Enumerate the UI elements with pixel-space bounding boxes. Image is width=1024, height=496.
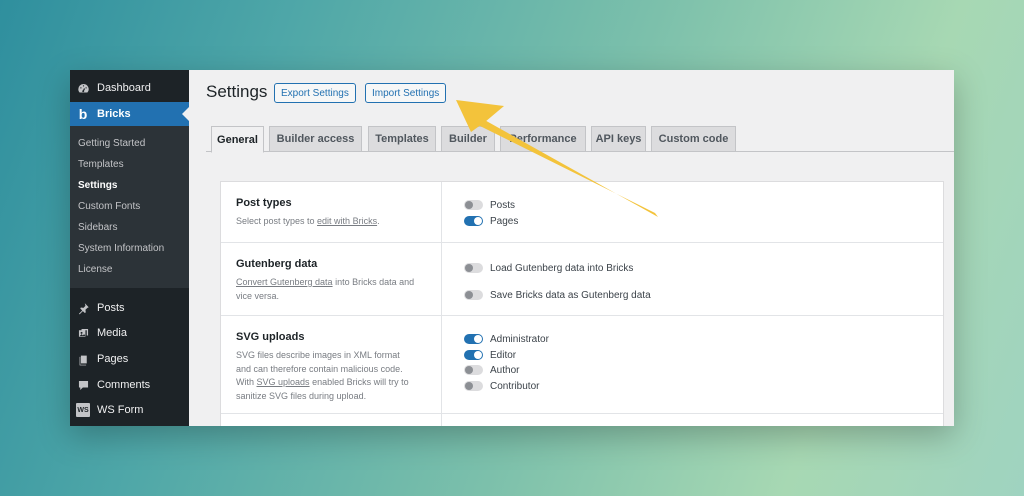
settings-row-post-types: Post types Select post types to edit wit… — [221, 182, 943, 243]
pin-icon — [76, 301, 90, 315]
import-settings-button[interactable]: Import Settings — [365, 83, 447, 103]
submenu-item-getting-started[interactable]: Getting Started — [78, 137, 145, 151]
section-title: SVG uploads — [236, 331, 305, 343]
option-administrator[interactable]: Administrator — [464, 333, 549, 345]
toggle-switch[interactable] — [464, 290, 483, 300]
toggle-switch[interactable] — [464, 381, 483, 391]
option-editor[interactable]: Editor — [464, 349, 516, 361]
option-posts[interactable]: Posts — [464, 199, 515, 211]
svg-uploads-link[interactable]: SVG uploads — [257, 377, 310, 387]
sidebar-item-label: Pages — [97, 353, 129, 365]
bricks-submenu: Getting Started Templates Settings Custo… — [70, 126, 189, 288]
browser-window: Dashboard b Bricks Getting Started Templ… — [70, 70, 954, 426]
tab-custom-code[interactable]: Custom code — [651, 126, 736, 152]
section-description: SVG files describe images in XML format a… — [236, 350, 409, 401]
sidebar-item-label: Comments — [97, 379, 151, 391]
settings-card: Post types Select post types to edit wit… — [220, 181, 944, 426]
ws-form-icon: WS — [76, 403, 90, 417]
option-author[interactable]: Author — [464, 364, 519, 376]
submenu-item-sidebars[interactable]: Sidebars — [78, 221, 117, 235]
sidebar-item-posts[interactable]: Posts — [70, 296, 189, 320]
export-settings-button[interactable]: Export Settings — [274, 83, 356, 103]
tab-general[interactable]: General — [211, 126, 264, 153]
dashboard-icon — [76, 81, 90, 95]
toggle-switch[interactable] — [464, 365, 483, 375]
section-description: Select post types to edit with Bricks. — [236, 216, 380, 226]
submenu-item-custom-fonts[interactable]: Custom Fonts — [78, 200, 140, 214]
submenu-item-settings[interactable]: Settings — [78, 179, 117, 193]
media-icon — [76, 326, 90, 340]
toggle-switch[interactable] — [464, 263, 483, 273]
edit-with-bricks-link[interactable]: edit with Bricks — [317, 216, 377, 226]
sidebar-item-ws-form[interactable]: WS WS Form — [70, 398, 189, 422]
section-title: Gutenberg data — [236, 258, 318, 270]
option-pages[interactable]: Pages — [464, 215, 518, 227]
main-content: Settings Export Settings Import Settings… — [189, 70, 954, 426]
toggle-switch[interactable] — [464, 200, 483, 210]
sidebar-item-label: Media — [97, 327, 127, 339]
option-load-gutenberg-data[interactable]: Load Gutenberg data into Bricks — [464, 262, 633, 274]
comment-icon — [76, 378, 90, 392]
bricks-logo-icon: b — [78, 106, 88, 122]
tab-api-keys[interactable]: API keys — [591, 126, 646, 152]
section-description: Convert Gutenberg data into Bricks data … — [236, 277, 415, 301]
sidebar-item-pages[interactable]: Pages — [70, 347, 189, 371]
convert-gutenberg-data-link[interactable]: Convert Gutenberg data — [236, 277, 333, 287]
sidebar-item-media[interactable]: Media — [70, 321, 189, 345]
sidebar-item-label: Bricks — [97, 108, 131, 120]
option-save-bricks-data[interactable]: Save Bricks data as Gutenberg data — [464, 289, 651, 301]
pages-icon — [76, 352, 90, 366]
submenu-item-templates[interactable]: Templates — [78, 158, 124, 172]
page-title: Settings — [206, 82, 268, 101]
sidebar-item-label: WS Form — [97, 404, 144, 416]
settings-row-gutenberg-data: Gutenberg data Convert Gutenberg data in… — [221, 243, 943, 316]
admin-sidebar: Dashboard b Bricks Getting Started Templ… — [70, 70, 189, 426]
tab-builder[interactable]: Builder — [441, 126, 495, 152]
toggle-switch[interactable] — [464, 350, 483, 360]
toggle-switch[interactable] — [464, 216, 483, 226]
tab-performance[interactable]: Performance — [500, 126, 586, 152]
tab-builder-access[interactable]: Builder access — [269, 126, 362, 152]
settings-row-svg-uploads: SVG uploads SVG files describe images in… — [221, 316, 943, 414]
settings-row-partial — [221, 414, 943, 426]
toggle-switch[interactable] — [464, 334, 483, 344]
option-contributor[interactable]: Contributor — [464, 380, 539, 392]
sidebar-item-bricks[interactable]: b Bricks — [70, 102, 189, 126]
submenu-item-system-information[interactable]: System Information — [78, 242, 164, 256]
submenu-item-license[interactable]: License — [78, 263, 112, 277]
tab-templates[interactable]: Templates — [368, 126, 436, 152]
sidebar-item-dashboard[interactable]: Dashboard — [70, 76, 189, 100]
sidebar-item-label: Dashboard — [97, 82, 151, 94]
sidebar-item-label: Posts — [97, 302, 125, 314]
sidebar-item-comments[interactable]: Comments — [70, 373, 189, 397]
section-title: Post types — [236, 197, 292, 209]
